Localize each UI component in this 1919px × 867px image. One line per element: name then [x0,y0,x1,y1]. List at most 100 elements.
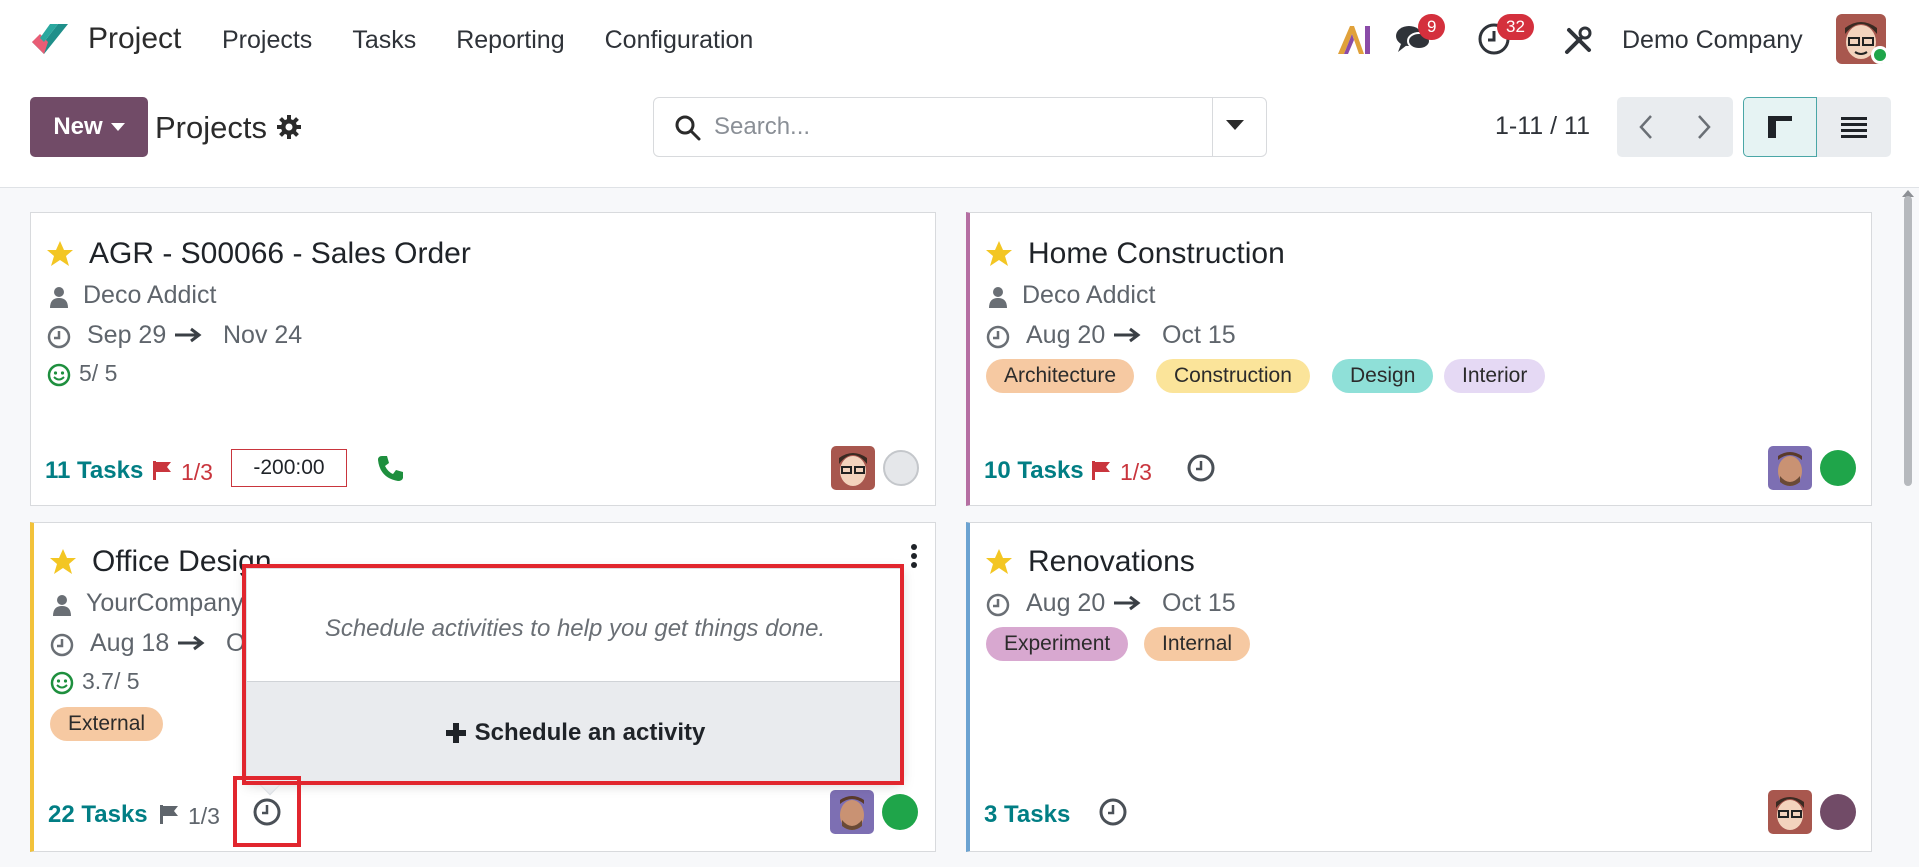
messages-badge: 9 [1418,14,1446,40]
new-button[interactable]: New [30,97,148,157]
project-title: AGR - S00066 - Sales Order [89,237,471,270]
smile-icon [47,363,71,387]
arrow-right-icon [1114,595,1141,611]
tasks-label: Tasks [81,801,148,828]
tasks-label: Tasks [1004,801,1071,828]
breadcrumb: Projects [155,110,267,145]
milestones-value[interactable]: 1/3 [188,803,220,830]
favorite-star-icon[interactable] [45,239,75,269]
clock-icon [50,633,74,657]
favorite-star-icon[interactable] [984,547,1014,577]
chevron-down-icon [110,123,125,131]
search-divider [1212,98,1213,156]
company-switcher[interactable]: Demo Company [1622,26,1803,55]
tag-experiment: Experiment [986,627,1129,661]
flag-icon [160,805,178,824]
project-customer: Deco Addict [1022,281,1156,309]
tag-construction: Construction [1156,359,1310,393]
date-end: O [226,629,246,657]
arrow-right-icon [175,327,202,343]
search-icon [675,115,701,141]
assignee-avatar[interactable] [830,790,874,834]
menu-reporting[interactable]: Reporting [456,26,564,55]
tasks-link[interactable]: 22 Tasks [48,801,148,829]
pager-previous-button[interactable] [1617,97,1675,157]
chevron-left-icon [1639,115,1652,139]
date-end: Oct 15 [1162,321,1236,349]
menu-projects[interactable]: Projects [222,26,312,55]
favorite-star-icon[interactable] [48,547,78,577]
user-icon [53,595,71,616]
pager-value[interactable]: 1-11 / 11 [1495,112,1590,141]
phone-icon[interactable] [375,453,405,483]
chevron-right-icon [1698,115,1711,139]
tasks-label: Tasks [77,457,144,484]
assignee-avatar[interactable] [1768,446,1812,490]
tag-design: Design [1332,359,1434,393]
tasks-count: 22 [48,801,75,828]
menu-configuration[interactable]: Configuration [605,26,754,55]
gear-icon[interactable] [276,114,302,140]
allocated-hours-badge: -200:00 [231,449,347,487]
smile-icon [50,671,74,695]
tasks-link[interactable]: 3 Tasks [984,801,1070,829]
tasks-count: 11 [45,457,71,484]
menu-tasks[interactable]: Tasks [352,26,416,55]
status-indicator[interactable] [883,450,919,486]
milestones-value[interactable]: 1/3 [181,459,213,486]
status-indicator[interactable] [1820,794,1856,830]
arrow-right-icon [1114,327,1141,343]
pager-next-button[interactable] [1675,97,1733,157]
date-start: Aug 18 [90,629,170,657]
status-indicator[interactable] [882,794,918,830]
search-input[interactable] [714,108,1194,146]
tag-interior: Interior [1444,359,1546,393]
project-customer: YourCompany [86,589,244,617]
flag-icon [153,461,171,480]
ai-icon[interactable] [1334,22,1374,58]
user-icon [989,287,1007,308]
assignee-avatar[interactable] [831,446,875,490]
activity-clock-icon[interactable] [1098,797,1128,827]
clock-icon [986,325,1010,349]
popover-message: Schedule activities to help you get thin… [324,615,826,642]
plus-icon [445,722,466,743]
project-card[interactable]: AGR - S00066 - Sales Order Deco Addict S… [30,212,936,506]
schedule-activity-label: Schedule an activity [474,718,706,746]
tag-architecture: Architecture [986,359,1135,393]
favorite-star-icon[interactable] [984,239,1014,269]
tools-icon[interactable] [1563,24,1595,56]
user-icon [50,287,68,308]
list-view-button[interactable] [1817,97,1891,157]
status-indicator[interactable] [1820,450,1856,486]
tasks-link[interactable]: 11 Tasks [45,457,143,485]
date-start: Aug 20 [1026,589,1106,617]
app-name[interactable]: Project [88,22,181,56]
activity-clock-icon[interactable] [252,797,282,827]
project-title: Office Design [92,545,272,578]
date-start: Aug 20 [1026,321,1106,349]
assignee-avatar[interactable] [1768,790,1812,834]
clock-icon [47,325,71,349]
project-app-logo-icon[interactable] [28,20,72,60]
flag-icon [1092,461,1110,480]
list-view-icon [1841,117,1867,138]
search-options-toggle[interactable] [1226,120,1244,130]
date-end: Oct 15 [1162,589,1236,617]
activity-clock-icon[interactable] [1186,453,1216,483]
scrollbar-thumb[interactable] [1904,196,1912,486]
project-customer: Deco Addict [83,281,217,309]
project-card[interactable]: Home Construction Deco Addict Aug 20 Oct… [966,212,1872,506]
activities-badge: 32 [1497,14,1534,40]
project-title: Renovations [1028,545,1195,578]
tasks-count: 3 [984,801,998,828]
date-start: Sep 29 [87,321,167,349]
schedule-activity-button[interactable]: Schedule an activity [247,681,903,783]
tasks-link[interactable]: 10 Tasks [984,457,1084,485]
kanban-view-button[interactable] [1743,97,1817,157]
tag-external: External [50,707,164,741]
milestones-value[interactable]: 1/3 [1120,459,1152,486]
more-options-icon[interactable] [910,543,918,569]
search-bar [653,97,1267,157]
project-card[interactable]: Renovations Aug 20 Oct 15 Experiment Int… [966,522,1872,852]
